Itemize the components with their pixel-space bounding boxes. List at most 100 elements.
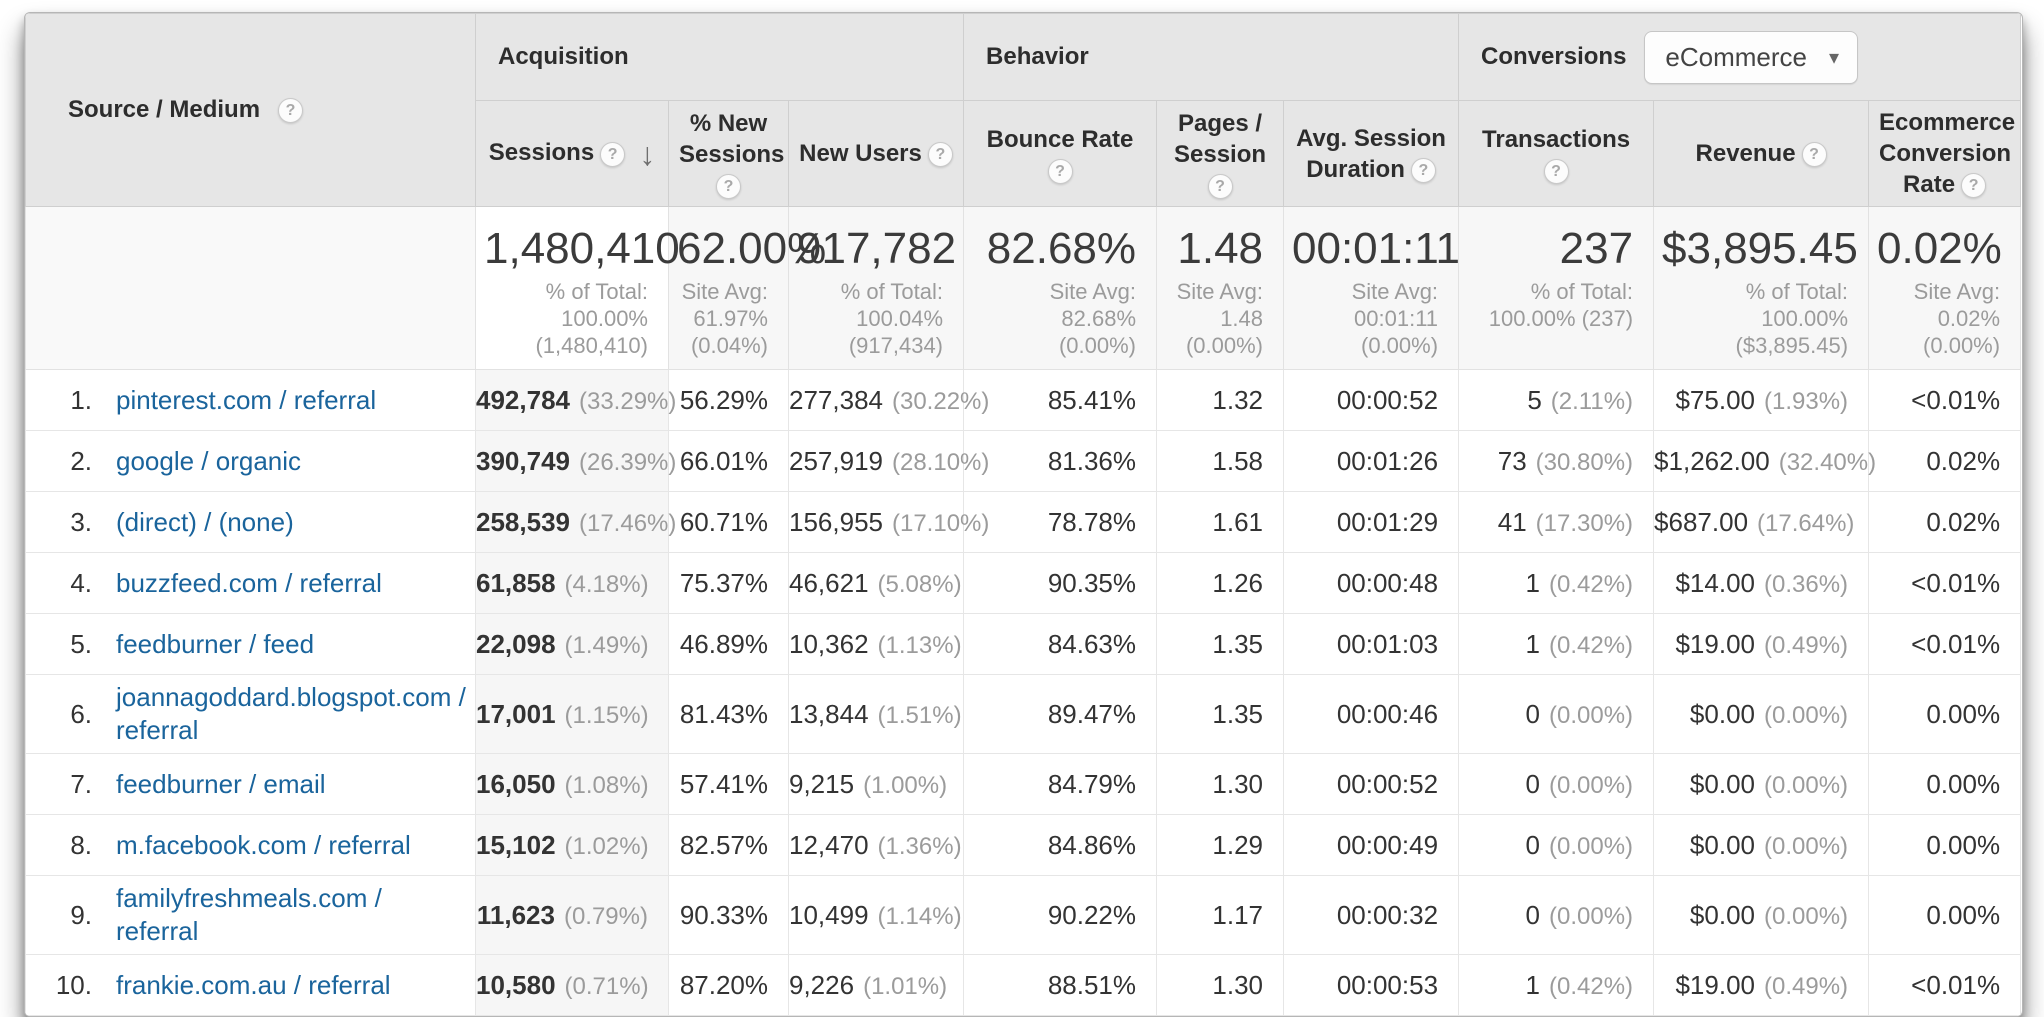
- help-icon[interactable]: ?: [1411, 158, 1436, 183]
- cell-ecommerce-conversion-rate: 0.00%: [1869, 675, 2021, 754]
- help-icon[interactable]: ?: [1961, 173, 1986, 198]
- ecommerce-dropdown[interactable]: eCommerce ▾: [1644, 31, 1858, 84]
- cell-revenue: $1,262.00(32.40%): [1654, 431, 1869, 492]
- cell-transactions: 1(0.42%): [1459, 955, 1654, 1016]
- column-header-sessions[interactable]: Sessions?↓: [476, 101, 669, 207]
- row-rank: 9.: [26, 900, 92, 931]
- cell-pct-new-sessions: 57.41%: [669, 754, 789, 815]
- cell-sessions: 15,102(1.02%): [476, 815, 669, 876]
- cell-pages-session: 1.30: [1157, 754, 1284, 815]
- totals-dimension-cell: [26, 207, 476, 370]
- cell-revenue-value: $14.00: [1675, 568, 1755, 598]
- totals-bounce-rate-cell: 82.68% Site Avg: 82.68% (0.00%): [964, 207, 1157, 370]
- cell-pct-new-sessions-value: 81.43%: [680, 699, 768, 729]
- cell-revenue: $0.00(0.00%): [1654, 754, 1869, 815]
- cell-sessions-value: 11,623: [477, 900, 555, 930]
- column-header-ecommerce-conversion-rate[interactable]: Ecommerce Conversion Rate?: [1869, 101, 2021, 207]
- cell-transactions-value: 0: [1526, 699, 1540, 729]
- totals-revenue-cell: $3,895.45 % of Total: 100.00% ($3,895.45…: [1654, 207, 1869, 370]
- source-medium-link[interactable]: joannagoddard.blogspot.com / referral: [116, 681, 467, 747]
- cell-new-users-value: 12,470: [789, 830, 869, 860]
- cell-transactions-percent: (0.00%): [1549, 903, 1633, 930]
- cell-revenue: $0.00(0.00%): [1654, 876, 1869, 955]
- cell-revenue: $14.00(0.36%): [1654, 553, 1869, 614]
- help-icon[interactable]: ?: [600, 142, 625, 167]
- column-header-bounce-rate[interactable]: Bounce Rate?: [964, 101, 1157, 207]
- help-icon[interactable]: ?: [716, 174, 741, 199]
- sort-descending-icon[interactable]: ↓: [639, 136, 655, 172]
- cell-avg-session-duration: 00:00:46: [1284, 675, 1459, 754]
- row-rank: 8.: [26, 830, 92, 861]
- help-icon[interactable]: ?: [1048, 159, 1073, 184]
- totals-transactions-subtext: % of Total: 100.00% (237): [1467, 278, 1633, 332]
- help-icon[interactable]: ?: [1544, 159, 1569, 184]
- cell-pages-session: 1.35: [1157, 675, 1284, 754]
- cell-ecommerce-conversion-rate-value: 0.02%: [1926, 507, 2000, 537]
- cell-pages-session: 1.29: [1157, 815, 1284, 876]
- cell-new-users-value: 156,955: [789, 507, 883, 537]
- source-medium-link[interactable]: familyfreshmeals.com / referral: [116, 882, 467, 948]
- cell-transactions-value: 0: [1526, 900, 1540, 930]
- cell-pages-session-value: 1.61: [1212, 507, 1263, 537]
- source-medium-link[interactable]: feedburner / email: [116, 768, 326, 801]
- source-medium-link[interactable]: (direct) / (none): [116, 506, 294, 539]
- cell-revenue-value: $1,262.00: [1654, 446, 1770, 476]
- cell-transactions: 1(0.42%): [1459, 614, 1654, 675]
- help-icon[interactable]: ?: [1802, 142, 1827, 167]
- cell-new-users: 257,919(28.10%): [789, 431, 964, 492]
- cell-pct-new-sessions-value: 75.37%: [680, 568, 768, 598]
- column-header-transactions[interactable]: Transactions?: [1459, 101, 1654, 207]
- cell-new-users-percent: (1.14%): [878, 903, 962, 930]
- cell-pct-new-sessions-value: 60.71%: [680, 507, 768, 537]
- cell-revenue-value: $19.00: [1675, 970, 1755, 1000]
- cell-transactions-value: 5: [1527, 385, 1541, 415]
- cell-avg-session-duration: 00:01:03: [1284, 614, 1459, 675]
- cell-avg-session-duration-value: 00:00:52: [1337, 385, 1438, 415]
- totals-transactions-value: 237: [1467, 223, 1633, 275]
- analytics-table-card: Source / Medium? Acquisition Behavior Co…: [24, 12, 2023, 1017]
- cell-new-users-percent: (5.08%): [878, 571, 962, 598]
- source-medium-link[interactable]: frankie.com.au / referral: [116, 969, 391, 1002]
- source-medium-link[interactable]: feedburner / feed: [116, 628, 314, 661]
- cell-transactions-percent: (0.00%): [1549, 833, 1633, 860]
- column-header-pct-new-sessions[interactable]: % New Sessions?: [669, 101, 789, 207]
- cell-ecommerce-conversion-rate: <0.01%: [1869, 955, 2021, 1016]
- cell-pct-new-sessions: 56.29%: [669, 370, 789, 431]
- cell-source-medium: 6.joannagoddard.blogspot.com / referral: [26, 675, 476, 754]
- cell-avg-session-duration-value: 00:00:49: [1337, 830, 1438, 860]
- source-medium-link[interactable]: buzzfeed.com / referral: [116, 567, 382, 600]
- column-header-avg-session-duration[interactable]: Avg. Session Duration?: [1284, 101, 1459, 207]
- cell-revenue: $0.00(0.00%): [1654, 815, 1869, 876]
- totals-bounce-rate-subtext: Site Avg: 82.68% (0.00%): [972, 278, 1136, 359]
- cell-new-users-value: 46,621: [789, 568, 869, 598]
- source-medium-link[interactable]: m.facebook.com / referral: [116, 829, 411, 862]
- source-medium-table: Source / Medium? Acquisition Behavior Co…: [25, 13, 2021, 1016]
- row-rank: 1.: [26, 385, 92, 416]
- cell-revenue-percent: (0.00%): [1764, 702, 1848, 729]
- cell-pages-session: 1.61: [1157, 492, 1284, 553]
- cell-transactions-percent: (0.42%): [1549, 973, 1633, 1000]
- cell-ecommerce-conversion-rate-value: <0.01%: [1911, 970, 2000, 1000]
- cell-sessions: 11,623(0.79%): [476, 876, 669, 955]
- column-header-new-users[interactable]: New Users?: [789, 101, 964, 207]
- cell-avg-session-duration: 00:00:48: [1284, 553, 1459, 614]
- row-rank: 4.: [26, 568, 92, 599]
- source-medium-link[interactable]: google / organic: [116, 445, 301, 478]
- cell-sessions: 258,539(17.46%): [476, 492, 669, 553]
- column-header-source-medium[interactable]: Source / Medium?: [26, 14, 476, 207]
- help-icon[interactable]: ?: [1208, 174, 1233, 199]
- column-header-pages-session[interactable]: Pages / Session?: [1157, 101, 1284, 207]
- source-medium-link[interactable]: pinterest.com / referral: [116, 384, 376, 417]
- cell-transactions-percent: (17.30%): [1536, 510, 1633, 537]
- help-icon[interactable]: ?: [278, 98, 303, 123]
- cell-bounce-rate: 89.47%: [964, 675, 1157, 754]
- cell-bounce-rate: 84.63%: [964, 614, 1157, 675]
- help-icon[interactable]: ?: [928, 142, 953, 167]
- column-header-revenue[interactable]: Revenue?: [1654, 101, 1869, 207]
- cell-pct-new-sessions: 82.57%: [669, 815, 789, 876]
- cell-sessions-percent: (17.46%): [579, 510, 676, 537]
- totals-pages-session-cell: 1.48 Site Avg: 1.48 (0.00%): [1157, 207, 1284, 370]
- cell-pages-session-value: 1.29: [1212, 830, 1263, 860]
- cell-new-users: 156,955(17.10%): [789, 492, 964, 553]
- table-row: 8. m.facebook.com / referral 15,102(1.02%)…: [26, 815, 2021, 876]
